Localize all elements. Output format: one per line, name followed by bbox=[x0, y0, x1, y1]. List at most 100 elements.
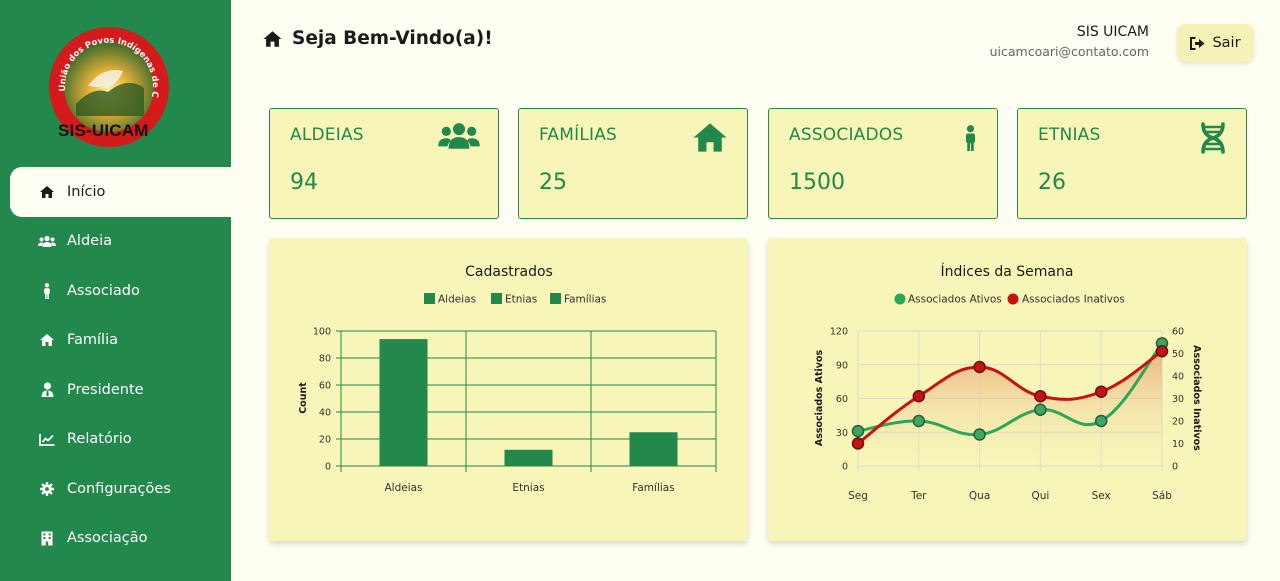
person-icon bbox=[964, 121, 977, 159]
legend-dot bbox=[1007, 293, 1019, 305]
welcome-text: Seja Bem-Vindo(a)! bbox=[292, 28, 493, 49]
y-tick-label-left: 60 bbox=[836, 394, 848, 405]
stat-value: 25 bbox=[539, 170, 567, 195]
sidebar-item-relatorio[interactable]: Relatório bbox=[0, 415, 231, 465]
sidebar-item-inicio[interactable]: Início bbox=[10, 167, 231, 217]
legend-swatch bbox=[550, 293, 561, 304]
sidebar-item-associado[interactable]: Associado bbox=[0, 266, 231, 316]
y-tick-label-right: 20 bbox=[1172, 417, 1184, 428]
y-axis-label-left: Associados Ativos bbox=[814, 350, 825, 447]
gear-icon bbox=[38, 481, 56, 497]
sidebar-item-label: Configurações bbox=[67, 480, 171, 497]
legend-label: Famílias bbox=[564, 294, 606, 306]
logo-text: SIS-UICAM bbox=[58, 121, 149, 140]
sidebar-item-label: Aldeia bbox=[67, 233, 112, 250]
point-inativos bbox=[1034, 390, 1047, 403]
home-icon bbox=[262, 30, 283, 48]
users-icon bbox=[38, 233, 56, 249]
x-tick-label: Qua bbox=[969, 490, 990, 502]
stat-value: 26 bbox=[1038, 170, 1066, 195]
stat-card-familias: FAMÍLIAS 25 bbox=[518, 108, 748, 219]
point-inativos bbox=[1094, 385, 1108, 398]
sidebar-item-label: Presidente bbox=[67, 381, 144, 398]
y-tick-label: 0 bbox=[325, 462, 331, 473]
logo-area: União dos Povos Indígenas de Coari - AM … bbox=[0, 0, 231, 167]
sidebar-nav: Início Aldeia Associado Família Presiden… bbox=[0, 167, 231, 563]
y-tick-label: 40 bbox=[319, 408, 331, 419]
point-ativos bbox=[1034, 403, 1047, 416]
y-tick-label-right: 40 bbox=[1172, 372, 1184, 383]
sidebar-item-label: Família bbox=[67, 332, 118, 349]
stat-value: 94 bbox=[290, 170, 318, 195]
chart-panel-indices: Índices da Semana Associados Ativos Associ… bbox=[768, 238, 1247, 541]
user-tie-icon bbox=[38, 382, 56, 398]
chart-title: Cadastrados bbox=[465, 264, 553, 280]
home-icon bbox=[38, 332, 56, 348]
stat-card-aldeias: ALDEIAS 94 bbox=[269, 108, 499, 219]
sidebar-item-associacao[interactable]: Associação bbox=[0, 514, 231, 564]
x-tick-label: Sáb bbox=[1152, 490, 1172, 502]
legend-label: Aldeias bbox=[438, 294, 476, 306]
sign-out-icon bbox=[1190, 36, 1205, 50]
users-icon bbox=[438, 121, 480, 155]
stat-card-etnias: ETNIAS 26 bbox=[1017, 108, 1247, 219]
building-icon bbox=[38, 530, 56, 546]
y-tick-label: 100 bbox=[313, 327, 331, 338]
home-icon bbox=[691, 121, 729, 158]
sidebar-item-presidente[interactable]: Presidente bbox=[0, 365, 231, 415]
sidebar-item-configuracoes[interactable]: Configurações bbox=[0, 464, 231, 514]
y-tick-label-left: 30 bbox=[836, 428, 848, 439]
y-tick-label-right: 30 bbox=[1172, 394, 1184, 405]
point-ativos bbox=[1094, 414, 1108, 428]
y-tick-label: 20 bbox=[319, 435, 331, 446]
y-axis-label: Count bbox=[298, 382, 309, 414]
y-tick-label-left: 0 bbox=[842, 462, 848, 473]
y-tick-label-right: 10 bbox=[1172, 439, 1184, 450]
chart-panel-cadastrados: Cadastrados Aldeias Etnias Famílias 0 20 40 60 8… bbox=[269, 238, 748, 541]
sidebar-item-label: Relatório bbox=[67, 431, 132, 448]
bar-etnias bbox=[504, 449, 553, 466]
point-inativos bbox=[912, 390, 926, 403]
point-inativos bbox=[973, 360, 986, 374]
chart-line-icon bbox=[38, 431, 56, 447]
user-email: uicamcoari@contato.com bbox=[989, 44, 1149, 59]
point-ativos bbox=[973, 428, 986, 441]
sidebar-item-aldeia[interactable]: Aldeia bbox=[0, 217, 231, 267]
person-icon bbox=[38, 282, 56, 299]
y-tick-label-left: 90 bbox=[836, 360, 848, 371]
x-tick-label: Qui bbox=[1031, 490, 1049, 502]
user-name: SIS UICAM bbox=[1076, 24, 1149, 40]
x-tick-label: Sex bbox=[1092, 490, 1111, 502]
point-inativos bbox=[1155, 345, 1169, 358]
point-ativos bbox=[851, 424, 865, 438]
chart-title: Índices da Semana bbox=[941, 263, 1074, 280]
y-tick-label: 60 bbox=[319, 381, 331, 392]
logout-label: Sair bbox=[1212, 35, 1241, 51]
bar-aldeias bbox=[379, 339, 428, 466]
y-tick-label-right: 50 bbox=[1172, 349, 1184, 360]
stat-value: 1500 bbox=[789, 170, 845, 195]
logout-button[interactable]: Sair bbox=[1177, 24, 1254, 62]
y-tick-label: 80 bbox=[319, 354, 331, 365]
legend-label: Associados Ativos bbox=[908, 294, 1002, 306]
x-tick-label: Etnias bbox=[512, 482, 544, 494]
sidebar-item-label: Associado bbox=[67, 282, 140, 299]
sidebar-item-familia[interactable]: Família bbox=[0, 316, 231, 366]
legend-dot bbox=[894, 293, 906, 305]
y-axis-label-right: Associados Inativos bbox=[1191, 345, 1202, 451]
stat-label: ASSOCIADOS bbox=[789, 125, 904, 145]
sidebar-item-label: Associação bbox=[67, 530, 148, 547]
sidebar: União dos Povos Indígenas de Coari - AM … bbox=[0, 0, 231, 581]
legend-label: Etnias bbox=[505, 294, 537, 306]
stat-label: ALDEIAS bbox=[290, 125, 364, 145]
legend-swatch bbox=[424, 293, 435, 304]
stat-label: FAMÍLIAS bbox=[539, 125, 618, 145]
point-inativos bbox=[851, 437, 865, 450]
y-tick-label-left: 120 bbox=[830, 327, 848, 338]
home-icon bbox=[38, 184, 56, 200]
line-chart: Índices da Semana Associados Ativos Associ… bbox=[814, 263, 1202, 502]
dna-icon bbox=[1198, 121, 1228, 159]
y-tick-label-right: 0 bbox=[1172, 462, 1178, 473]
legend-label: Associados Inativos bbox=[1022, 294, 1125, 306]
page-title: Seja Bem-Vindo(a)! bbox=[262, 28, 493, 49]
